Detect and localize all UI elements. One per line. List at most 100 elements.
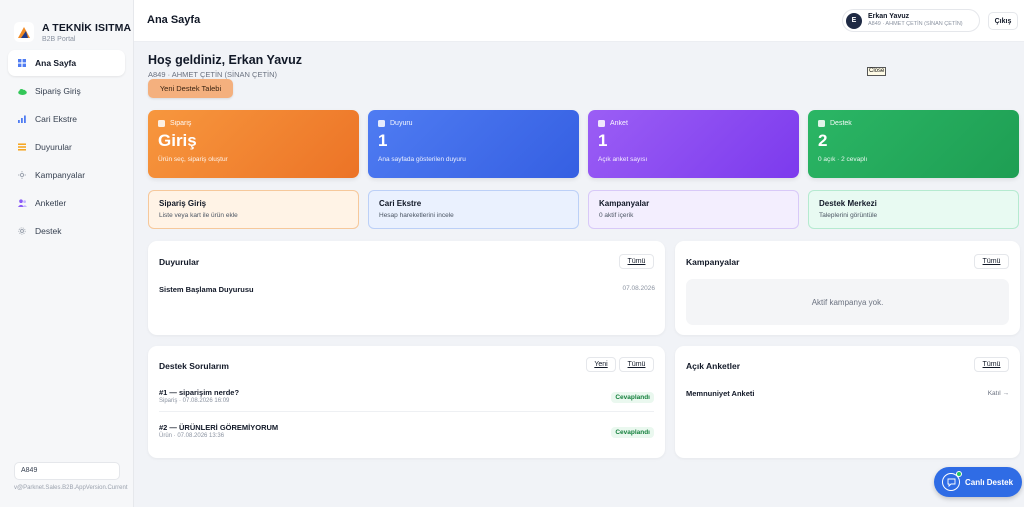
sidebar-item-cari-ekstre[interactable]: Cari Ekstre: [8, 106, 125, 132]
sidebar-item-label: Destek: [35, 226, 62, 236]
announcement-item-title[interactable]: Sistem Başlama Duyurusu: [159, 285, 254, 294]
stat-card-anket[interactable]: Anket 1 Açık anket sayısı: [588, 110, 799, 178]
square-icon: [598, 120, 605, 127]
ticket-title: #1 — siparişim nerde?: [159, 388, 240, 397]
announcements-all-button[interactable]: Tümü: [619, 254, 654, 269]
quick-link-title: Destek Merkezi: [819, 199, 877, 208]
stat-card-siparis[interactable]: Sipariş Giriş Ürün seç, sipariş oluştur: [148, 110, 359, 178]
sidebar-item-label: Cari Ekstre: [35, 114, 78, 124]
ticket-meta: Sipariş · 07.08.2026 16:09: [159, 398, 230, 404]
logout-button[interactable]: Çıkış: [988, 12, 1018, 30]
status-badge: Cevaplandı: [611, 427, 654, 438]
table-row[interactable]: #2 — ÜRÜNLERİ GÖREMİYORUM Ürün · 07.08.2…: [159, 423, 654, 447]
quick-link-siparis-giris[interactable]: Sipariş Giriş Liste veya kart ile ürün e…: [148, 190, 359, 229]
tickets-all-button[interactable]: Tümü: [619, 357, 654, 372]
panel-title: Destek Sorularım: [159, 361, 229, 371]
sidebar-item-destek[interactable]: Destek: [8, 218, 125, 244]
stat-label: Anket: [610, 120, 628, 127]
square-icon: [378, 120, 385, 127]
stat-value: 1: [378, 131, 388, 150]
ticket-title: #2 — ÜRÜNLERİ GÖREMİYORUM: [159, 423, 279, 432]
stat-value: 1: [598, 131, 608, 150]
announcements-panel: Duyurular Tümü Sistem Başlama Duyurusu 0…: [148, 241, 665, 335]
panel-title: Açık Anketler: [686, 361, 741, 371]
quick-link-destek-merkezi[interactable]: Destek Merkezi Taleplerini görüntüle: [808, 190, 1019, 229]
sidebar-item-duyurular[interactable]: Duyurular: [8, 134, 125, 160]
stat-description: Ana sayfada gösterilen duyuru: [378, 156, 466, 163]
quick-link-title: Kampanyalar: [599, 199, 650, 208]
page-title: Ana Sayfa: [147, 14, 201, 26]
sidebar-item-label: Ana Sayfa: [35, 58, 77, 68]
campaigns-panel: Kampanyalar Tümü Aktif kampanya yok.: [675, 241, 1020, 335]
stat-label: Duyuru: [390, 120, 413, 127]
ticket-meta: Ürün · 07.08.2026 13:36: [159, 433, 225, 439]
surveys-all-button[interactable]: Tümü: [974, 357, 1009, 372]
sidebar-item-label: Duyurular: [35, 142, 72, 152]
user-name: Erkan Yavuz: [868, 13, 910, 20]
sidebar-item-anketler[interactable]: Anketler: [8, 190, 125, 216]
brand-logo-icon: [14, 22, 34, 42]
survey-item-title[interactable]: Memnuniyet Anketi: [686, 389, 754, 398]
avatar: E: [846, 12, 862, 29]
sidebar-nav: Ana Sayfa Sipariş Giriş Cari Ekstre Duyu…: [0, 50, 133, 244]
stat-card-duyuru[interactable]: Duyuru 1 Ana sayfada gösterilen duyuru: [368, 110, 579, 178]
welcome-title: Hoş geldiniz, Erkan Yavuz: [148, 53, 302, 67]
brand-subtitle: B2B Portal: [42, 35, 76, 43]
live-support-label: Canlı Destek: [965, 477, 1014, 487]
quick-link-kampanyalar[interactable]: Kampanyalar 0 aktif içerik: [588, 190, 799, 229]
status-badge: Cevaplandı: [611, 392, 654, 403]
stat-card-destek[interactable]: Destek 2 0 açık · 2 cevaplı: [808, 110, 1019, 178]
sidebar-item-label: Kampanyalar: [35, 170, 86, 180]
user-chip[interactable]: E Erkan Yavuz A849 · AHMET ÇETİN (SİNAN …: [842, 9, 980, 32]
quick-link-subtitle: Taleplerini görüntüle: [819, 212, 878, 219]
online-status-dot: [956, 471, 962, 477]
sun-icon: [17, 170, 27, 180]
survey-join-link[interactable]: Katıl →: [988, 390, 1009, 397]
grid-icon: [17, 58, 27, 68]
account-code-field: A849: [14, 462, 120, 480]
stat-value: Giriş: [158, 131, 197, 150]
brand-title: A TEKNİK ISITMA: [42, 21, 132, 34]
sidebar-item-kampanyalar[interactable]: Kampanyalar: [8, 162, 125, 188]
quick-link-title: Sipariş Giriş: [159, 199, 207, 208]
new-support-ticket-button[interactable]: Yeni Destek Talebi: [148, 79, 233, 98]
user-account: A849 · AHMET ÇETİN (SİNAN ÇETİN): [868, 21, 963, 27]
sidebar-item-siparis-giris[interactable]: Sipariş Giriş: [8, 78, 125, 104]
chat-icon: [942, 471, 962, 491]
settings-icon: [17, 226, 27, 236]
stat-description: 0 açık · 2 cevaplı: [818, 156, 868, 163]
tickets-panel: Destek Sorularım Yeni Tümü #1 — siparişi…: [148, 346, 665, 458]
quick-link-title: Cari Ekstre: [379, 199, 422, 208]
list-icon: [17, 142, 27, 152]
panel-title: Duyurular: [159, 257, 200, 267]
sidebar-item-ana-sayfa[interactable]: Ana Sayfa: [8, 50, 125, 76]
campaigns-empty-state: Aktif kampanya yok.: [686, 279, 1009, 325]
square-icon: [158, 120, 165, 127]
close-tooltip: Close: [867, 67, 887, 76]
announcement-item-date: 07.08.2026: [622, 285, 655, 292]
sidebar-item-label: Sipariş Giriş: [35, 86, 81, 96]
sidebar: A TEKNİK ISITMA B2B Portal Ana Sayfa Sip…: [0, 0, 134, 507]
new-ticket-button[interactable]: Yeni: [586, 357, 616, 372]
table-row[interactable]: #1 — siparişim nerde? Sipariş · 07.08.20…: [159, 388, 654, 412]
stat-description: Açık anket sayısı: [598, 156, 648, 163]
app-version: v@Parknet.Sales.B2B.AppVersion.Current: [14, 485, 128, 491]
top-header: Ana Sayfa E Erkan Yavuz A849 · AHMET ÇET…: [134, 0, 1024, 42]
quick-link-cari-ekstre[interactable]: Cari Ekstre Hesap hareketlerini incele: [368, 190, 579, 229]
panel-title: Kampanyalar: [686, 257, 740, 267]
square-icon: [818, 120, 825, 127]
quick-link-subtitle: Liste veya kart ile ürün ekle: [159, 212, 238, 219]
live-support-button[interactable]: Canlı Destek: [934, 467, 1022, 497]
quick-link-subtitle: Hesap hareketlerini incele: [379, 212, 454, 219]
stat-label: Destek: [830, 120, 852, 127]
quick-link-subtitle: 0 aktif içerik: [599, 212, 634, 219]
stat-label: Sipariş: [170, 120, 192, 127]
campaigns-all-button[interactable]: Tümü: [974, 254, 1009, 269]
stat-description: Ürün seç, sipariş oluştur: [158, 156, 228, 163]
users-icon: [17, 198, 27, 208]
welcome-subtitle: A849 · AHMET ÇETİN (SİNAN ÇETİN): [148, 70, 278, 79]
bar-chart-icon: [17, 114, 27, 124]
brand[interactable]: A TEKNİK ISITMA B2B Portal: [0, 0, 133, 50]
surveys-panel: Açık Anketler Tümü Memnuniyet Anketi Kat…: [675, 346, 1020, 458]
sidebar-item-label: Anketler: [35, 198, 67, 208]
